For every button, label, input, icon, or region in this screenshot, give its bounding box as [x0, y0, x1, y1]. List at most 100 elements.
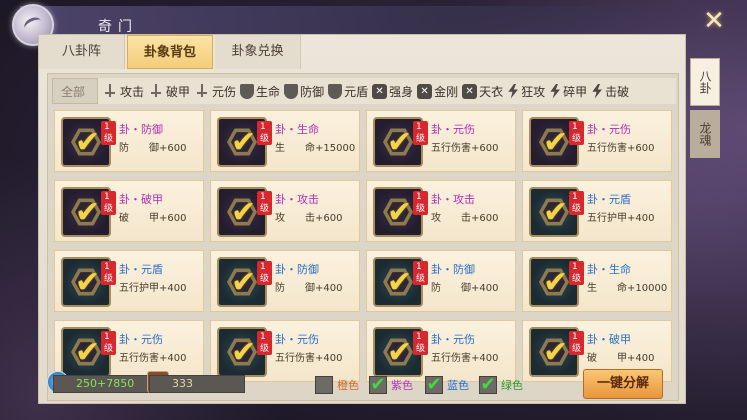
tab-hexagram-bag[interactable]: 卦象背包	[127, 35, 213, 69]
item-name: 卦・元伤	[587, 123, 631, 136]
filter-attack[interactable]: 攻击	[102, 78, 148, 104]
cross-shield-icon: ✕	[372, 83, 388, 99]
item-card[interactable]: ✔ 1级 卦・攻击攻 击+600	[366, 180, 516, 242]
hexagram-icon: ✔ 1级	[529, 187, 584, 237]
item-card[interactable]: ✔ 1级 卦・元伤五行伤害+600	[522, 110, 672, 172]
item-card[interactable]: ✔ 1级 卦・元盾 五行护甲+400	[54, 250, 204, 312]
filter-heaven-robe[interactable]: ✕ 天衣	[462, 78, 507, 104]
item-name: 卦・元伤	[275, 333, 319, 346]
filter-defense[interactable]: 防御	[284, 78, 328, 104]
item-name: 卦・生命	[275, 123, 319, 136]
check-icon: ✔	[543, 265, 569, 300]
hexagram-icon: ✔ 1级	[61, 117, 116, 167]
level-badge: 1级	[101, 191, 116, 215]
tab-bagua-array[interactable]: 八卦阵	[39, 35, 125, 69]
filter-strong-body[interactable]: ✕ 强身	[372, 78, 417, 104]
checkbox-checked[interactable]: ✔	[425, 376, 443, 394]
item-stat: 生 命+15000	[275, 143, 356, 154]
filter-element-damage[interactable]: 元伤	[194, 78, 240, 104]
check-icon: ✔	[387, 125, 413, 160]
checkbox[interactable]	[315, 376, 333, 394]
filter-orange-toggle[interactable]: 橙色	[315, 375, 359, 395]
level-badge: 1级	[257, 261, 272, 285]
bag-content: 全部 攻击 破甲 元伤 生命 防御 元盾 ✕ 强身 ✕ 金刚 ✕ 天衣 狂攻 碎甲 击…	[47, 73, 679, 401]
item-name: 卦・元盾	[587, 193, 631, 206]
item-name: 卦・元盾	[119, 263, 163, 276]
hexagram-icon: ✔ 1级	[373, 257, 428, 307]
main-panel: 八卦阵 卦象背包 卦象兑换 全部 攻击 破甲 元伤 生命 防御 元盾 ✕ 强身 ✕…	[38, 34, 686, 404]
item-stat: 攻 击+600	[431, 213, 499, 224]
level-badge: 1级	[569, 331, 584, 355]
check-icon: ✔	[543, 195, 569, 230]
filter-diamond[interactable]: ✕ 金刚	[417, 78, 462, 104]
item-card[interactable]: ✔ 1级 卦・元盾五行护甲+400	[522, 180, 672, 242]
item-name: 卦・破甲	[587, 333, 631, 346]
level-badge: 1级	[569, 191, 584, 215]
check-icon: ✔	[75, 125, 101, 160]
item-name: 卦・防御	[431, 263, 475, 276]
check-icon: ✔	[231, 195, 257, 230]
filter-element-shield[interactable]: 元盾	[328, 78, 372, 104]
item-card[interactable]: ✔ 1级 卦・攻击攻 击+600	[210, 180, 360, 242]
top-tab-bar: 八卦阵 卦象背包 卦象兑换	[39, 35, 303, 69]
decompose-all-button[interactable]: 一键分解	[583, 369, 663, 399]
level-badge: 1级	[101, 331, 116, 355]
filter-purple-toggle[interactable]: ✔ 紫色	[369, 375, 413, 395]
check-icon: ✔	[543, 335, 569, 370]
item-card[interactable]: ✔ 1级 卦・生命生 命+15000	[210, 110, 360, 172]
filter-frenzy[interactable]: 狂攻	[507, 78, 549, 104]
item-grid: ✔ 1级 卦・防御防 御+600 ✔ 1级 卦・生命生 命+15000 ✔ 1级 卦・元伤五…	[54, 110, 676, 386]
filter-break[interactable]: 击破	[591, 78, 633, 104]
checkbox-checked[interactable]: ✔	[369, 376, 387, 394]
sword-icon	[102, 83, 118, 99]
check-icon: ✔	[387, 265, 413, 300]
side-tab-bagua[interactable]: 八卦	[690, 58, 720, 106]
hexagram-icon: ✔ 1级	[373, 187, 428, 237]
hexagram-icon: ✔ 1级	[529, 257, 584, 307]
sword-icon	[194, 83, 210, 99]
hexagram-icon: ✔ 1级	[217, 257, 272, 307]
item-name: 卦・元伤	[431, 123, 475, 136]
check-icon: ✔	[543, 125, 569, 160]
item-card[interactable]: ✔ 1级 卦・防御防 御+600	[54, 110, 204, 172]
level-badge: 1级	[413, 121, 428, 145]
close-button[interactable]: ✕	[700, 8, 728, 36]
item-stat: 防 御+400	[431, 283, 499, 294]
item-card[interactable]: ✔ 1级 卦・生命生 命+10000	[522, 250, 672, 312]
shield-icon	[328, 83, 343, 99]
side-tab-dragon-soul[interactable]: 龙魂	[690, 110, 720, 158]
level-badge: 1级	[257, 121, 272, 145]
item-card[interactable]: ✔ 1级 卦・元伤 五行伤害+600	[366, 110, 516, 172]
tab-hexagram-exchange[interactable]: 卦象兑换	[215, 35, 301, 69]
filter-armor-break[interactable]: 破甲	[148, 78, 194, 104]
bolt-icon	[550, 83, 560, 99]
hexagram-icon: ✔ 1级	[529, 117, 584, 167]
checkbox-checked[interactable]: ✔	[479, 376, 497, 394]
item-stat: 防 御+400	[275, 283, 343, 294]
window-title: 奇门	[98, 19, 138, 35]
item-card[interactable]: ✔ 1级 卦・防御防 御+400	[366, 250, 516, 312]
item-stat: 五行伤害+400	[431, 353, 499, 364]
orb-resource-value: 250+7850	[53, 375, 149, 393]
filter-life[interactable]: 生命	[240, 78, 284, 104]
item-name: 卦・攻击	[275, 193, 319, 206]
item-name: 卦・元伤	[431, 333, 475, 346]
item-card[interactable]: ✔ 1级 卦・破甲破 甲+600	[54, 180, 204, 242]
box-resource-value: 333	[149, 375, 245, 393]
filter-blue-toggle[interactable]: ✔ 蓝色	[425, 375, 469, 395]
item-card[interactable]: ✔ 1级 卦・防御防 御+400	[210, 250, 360, 312]
level-badge: 1级	[101, 121, 116, 145]
level-badge: 1级	[257, 331, 272, 355]
bottom-bar: 250+7850 333 橙色 ✔ 紫色 ✔ 蓝色 ✔ 绿色 一键分解	[39, 367, 687, 405]
item-stat: 攻 击+600	[275, 213, 343, 224]
item-name: 卦・生命	[587, 263, 631, 276]
check-icon: ✔	[231, 265, 257, 300]
item-stat: 五行伤害+400	[119, 353, 187, 364]
filter-all[interactable]: 全部	[52, 78, 98, 104]
filter-green-toggle[interactable]: ✔ 绿色	[479, 375, 523, 395]
filter-shatter[interactable]: 碎甲	[549, 78, 591, 104]
hexagram-icon: ✔ 1级	[61, 257, 116, 307]
shield-icon	[284, 83, 299, 99]
item-stat: 五行护甲+400	[587, 213, 655, 224]
item-stat: 五行伤害+600	[587, 143, 655, 154]
